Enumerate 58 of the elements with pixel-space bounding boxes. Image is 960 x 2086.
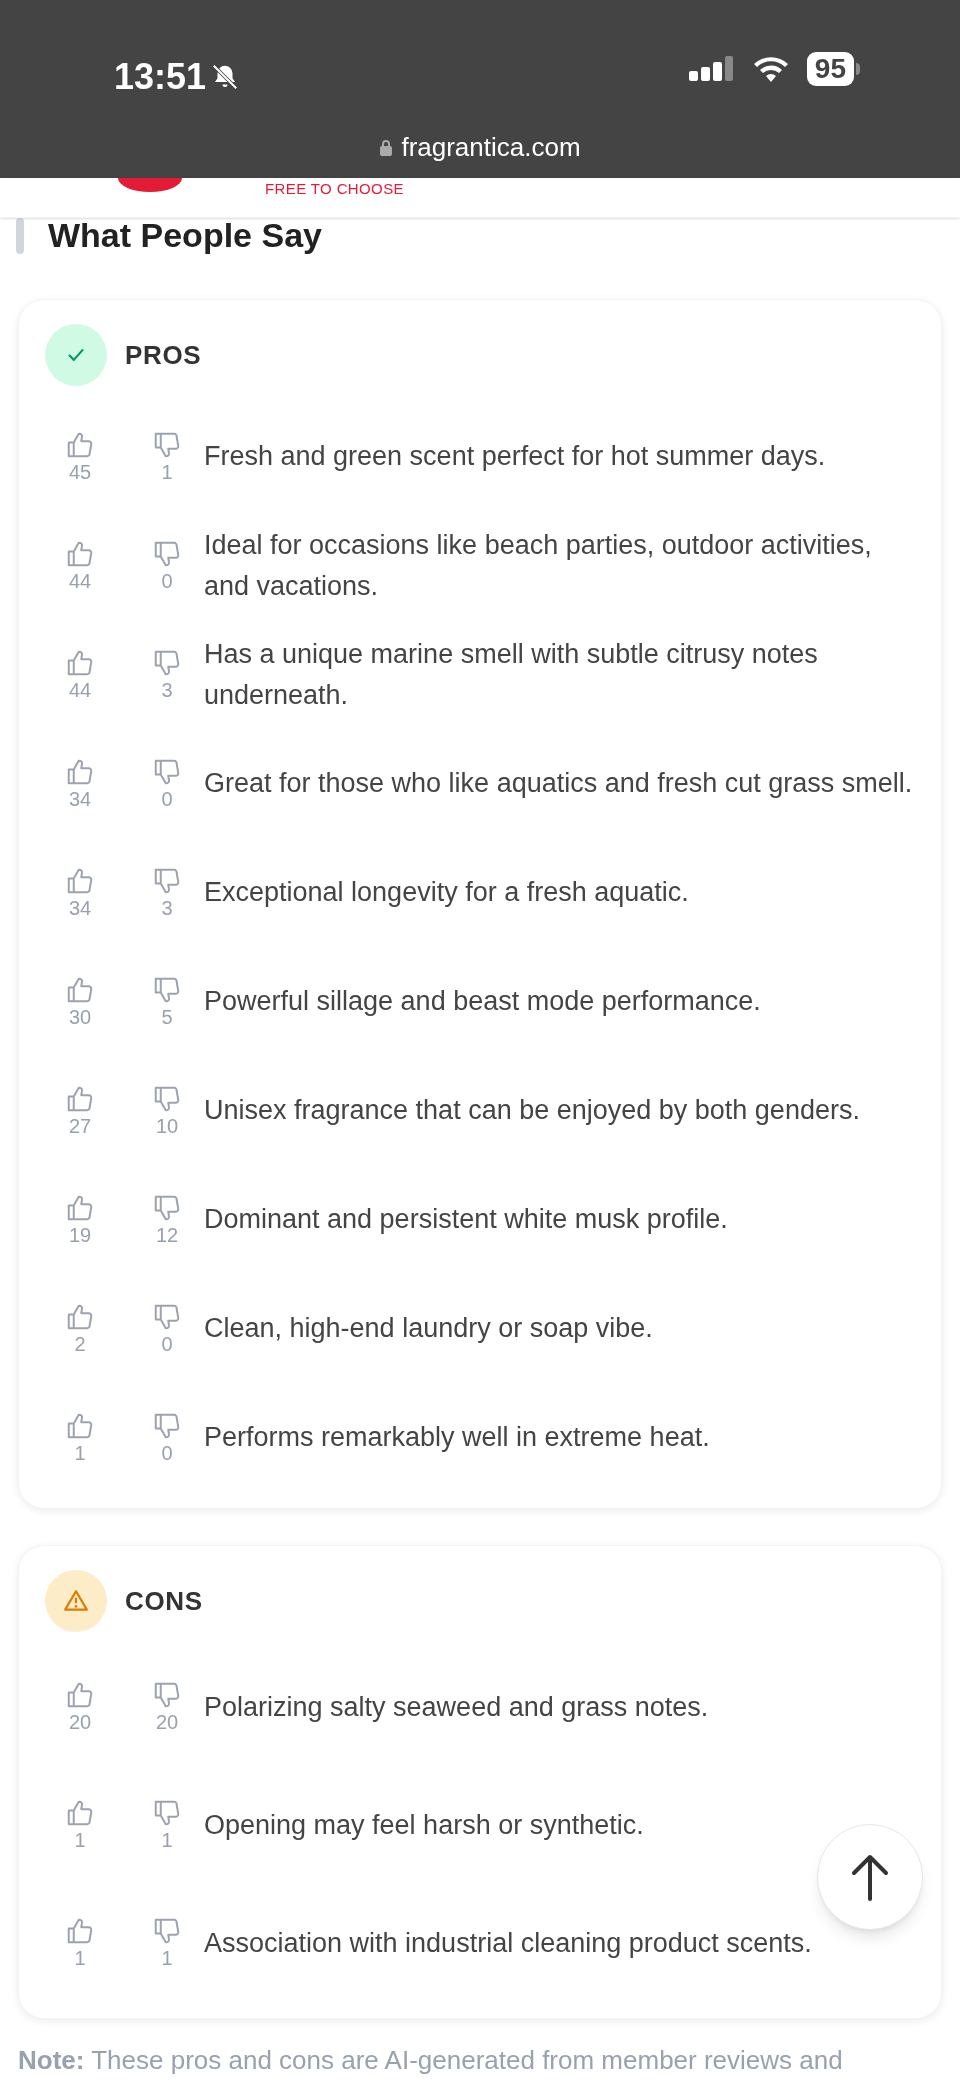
clock-time: 13:51 (114, 55, 207, 99)
downvote-button[interactable]: 20 (142, 1680, 192, 1734)
downvote-button[interactable]: 12 (142, 1192, 192, 1247)
review-point: Unisex fragrance that can be enjoyed by both genders. (204, 1094, 861, 1127)
upvote-button[interactable]: 19 (55, 1192, 105, 1247)
thumbs-up-icon (65, 1798, 95, 1828)
url-text[interactable]: fragrantica.com (401, 128, 581, 167)
logo-tagline: FREE TO CHOOSE (265, 179, 404, 199)
section-title: CONS (125, 1584, 203, 1618)
note-text: Note: These pros and cons are AI-generated from member reviews and (17, 2044, 844, 2077)
review-point: Clean, high-end laundry or soap vibe. (204, 1312, 654, 1345)
downvote-button[interactable]: 1 (142, 429, 192, 484)
section-title: PROS (125, 338, 202, 372)
review-point: Dominant and persistent white musk profile. (204, 1203, 729, 1236)
downvote-button[interactable]: 3 (142, 647, 192, 702)
upvote-button[interactable]: 2 (55, 1301, 105, 1356)
warning-icon (63, 1588, 89, 1614)
upvote-button[interactable]: 1 (55, 1916, 105, 1970)
accent-bar (16, 217, 24, 254)
thumbs-down-icon (152, 1680, 182, 1710)
section-heading: What People Say (48, 215, 322, 256)
review-point: Powerful sillage and beast mode performance. (204, 985, 762, 1018)
downvote-button[interactable]: 1 (142, 1798, 192, 1852)
downvote-button[interactable]: 0 (142, 1301, 192, 1356)
review-point: Association with industrial cleaning product scents. (204, 1926, 813, 1960)
downvote-button[interactable]: 1 (142, 1916, 192, 1970)
downvote-button[interactable]: 3 (142, 865, 192, 920)
downvote-button[interactable]: 0 (142, 538, 192, 593)
upvote-button[interactable]: 20 (55, 1680, 105, 1734)
upvote-button[interactable]: 27 (55, 1083, 105, 1138)
upvote-button[interactable]: 44 (55, 647, 105, 702)
downvote-button[interactable]: 10 (142, 1083, 192, 1138)
upvote-button[interactable]: 30 (55, 974, 105, 1029)
review-point: Great for those who like aquatics and fresh cut grass smell. (204, 767, 914, 800)
thumbs-up-icon (65, 1680, 95, 1710)
arrow-up-icon (850, 1853, 890, 1901)
downvote-button[interactable]: 0 (142, 756, 192, 811)
review-point: Fresh and green scent perfect for hot summer days. (204, 440, 827, 473)
upvote-button[interactable]: 34 (55, 756, 105, 811)
upvote-button[interactable]: 1 (55, 1798, 105, 1852)
review-point: Polarizing salty seaweed and grass notes. (204, 1690, 710, 1724)
logo-icon (118, 178, 182, 192)
upvote-button[interactable]: 44 (55, 538, 105, 593)
downvote-button[interactable]: 5 (142, 974, 192, 1029)
review-point: Has a unique marine smell with subtle citrusy notes underneath. (204, 637, 819, 712)
thumbs-down-icon (152, 1916, 182, 1946)
battery-level: 95 (806, 52, 854, 86)
review-point: Performs remarkably well in extreme heat. (204, 1421, 711, 1454)
thumbs-down-icon (152, 1798, 182, 1828)
upvote-button[interactable]: 45 (55, 429, 105, 484)
downvote-button[interactable]: 0 (142, 1410, 192, 1465)
review-point: Opening may feel harsh or synthetic. (204, 1808, 645, 1842)
lock-icon (379, 138, 394, 157)
upvote-button[interactable]: 1 (55, 1410, 105, 1465)
review-point: Ideal for occasions like beach parties, outdoor activities, and vacations. (204, 528, 873, 603)
thumbs-up-icon (65, 1916, 95, 1946)
upvote-button[interactable]: 34 (55, 865, 105, 920)
review-point: Exceptional longevity for a fresh aquatic. (204, 876, 690, 909)
